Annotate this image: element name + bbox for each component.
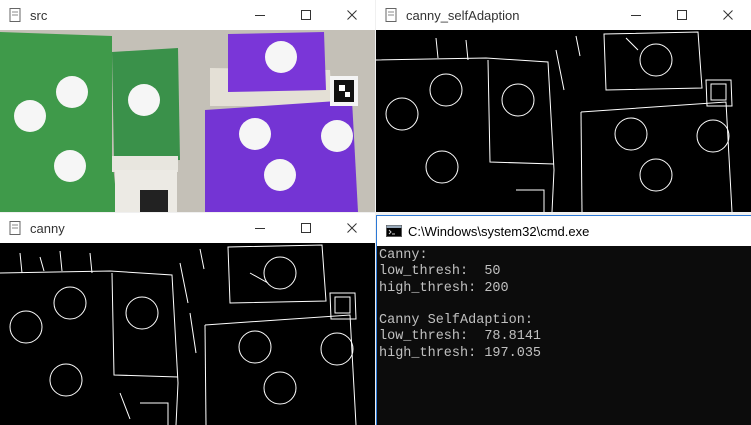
src-titlebar[interactable]: src xyxy=(0,0,375,30)
window-app-icon xyxy=(385,8,397,22)
minimize-button[interactable] xyxy=(237,0,283,30)
console-line: Canny: xyxy=(379,248,428,263)
cmd-window[interactable]: C:\Windows\system32\cmd.exe Canny: low_th… xyxy=(376,215,751,425)
console-text: Canny: low_thresh: 50 high_thresh: 200 Can… xyxy=(379,248,541,362)
maximize-icon xyxy=(676,9,688,21)
console-output[interactable]: Canny: low_thresh: 50 high_thresh: 200 Can… xyxy=(377,246,751,425)
cmd-titlebar[interactable]: C:\Windows\system32\cmd.exe xyxy=(377,216,751,246)
maximize-button[interactable] xyxy=(283,213,329,243)
minimize-icon xyxy=(254,9,266,21)
canny-window[interactable]: canny xyxy=(0,213,375,425)
canny-selfadaption-titlebar[interactable]: canny_selfAdaption xyxy=(376,0,751,30)
close-icon xyxy=(346,222,358,234)
src-window[interactable]: src xyxy=(0,0,375,212)
window-app-icon xyxy=(9,8,21,22)
close-icon xyxy=(346,9,358,21)
close-button[interactable] xyxy=(329,0,375,30)
minimize-button[interactable] xyxy=(613,0,659,30)
src-image xyxy=(0,30,375,212)
canny-titlebar[interactable]: canny xyxy=(0,213,375,243)
close-button[interactable] xyxy=(329,213,375,243)
src-title: src xyxy=(30,7,48,23)
cmd-title: C:\Windows\system32\cmd.exe xyxy=(408,223,590,239)
canny-selfadaption-window[interactable]: canny_selfAdaption xyxy=(376,0,751,212)
canny-selfadaption-title: canny_selfAdaption xyxy=(406,7,520,23)
canny-selfadaption-image xyxy=(376,30,751,212)
maximize-icon xyxy=(300,222,312,234)
console-line: high_thresh: 200 xyxy=(379,280,509,296)
canny-image xyxy=(0,243,375,425)
console-line: high_thresh: 197.035 xyxy=(379,345,542,361)
minimize-icon xyxy=(630,9,642,21)
minimize-icon xyxy=(254,222,266,234)
maximize-button[interactable] xyxy=(283,0,329,30)
maximize-icon xyxy=(300,9,312,21)
canny-title: canny xyxy=(30,220,65,236)
console-line: low_thresh: 78.8141 xyxy=(379,329,542,345)
window-app-icon xyxy=(9,221,21,235)
close-button[interactable] xyxy=(705,0,751,30)
minimize-button[interactable] xyxy=(237,213,283,243)
console-line: Canny SelfAdaption: xyxy=(379,313,533,329)
console-icon xyxy=(386,224,402,238)
close-icon xyxy=(722,9,734,21)
console-line: low_thresh: 50 xyxy=(379,264,501,280)
maximize-button[interactable] xyxy=(659,0,705,30)
